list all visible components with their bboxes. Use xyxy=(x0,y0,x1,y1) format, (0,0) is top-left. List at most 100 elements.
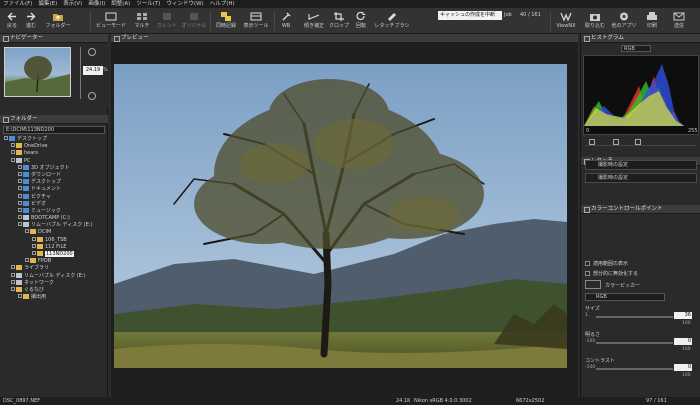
sync-record-button[interactable]: 同時記録 xyxy=(213,8,239,34)
wb-button[interactable]: WB xyxy=(277,8,295,34)
tree-item[interactable]: ライブラリ xyxy=(0,265,108,272)
navigator-header[interactable]: ナビゲーター xyxy=(0,34,108,43)
disable-checkbox[interactable] xyxy=(585,271,590,276)
expand-toggle-icon[interactable] xyxy=(32,236,36,241)
slider-track[interactable] xyxy=(596,342,673,344)
menu-adjust[interactable]: 調整(A) xyxy=(108,0,133,8)
adjustment-row-1[interactable]: 撮影時の設定 xyxy=(585,160,697,170)
send-button[interactable]: 送信 xyxy=(668,8,690,34)
preview-header[interactable]: プレビュー xyxy=(111,34,578,43)
print-button[interactable]: 印刷 xyxy=(642,8,662,34)
tree-item[interactable]: デスクトップ xyxy=(0,136,108,143)
expand-toggle-icon[interactable] xyxy=(18,222,22,227)
zoom-slider-track[interactable] xyxy=(80,47,81,99)
tree-item[interactable]: ビデオ xyxy=(0,200,108,208)
zoom-in-icon[interactable] xyxy=(88,48,96,56)
color-control-header[interactable]: カラーコントロールポイント xyxy=(581,205,700,214)
expand-toggle-icon[interactable] xyxy=(11,157,15,162)
expand-toggle-icon[interactable] xyxy=(18,171,22,176)
viewnx-button[interactable]: ViewNX xyxy=(554,8,578,34)
expand-toggle-icon[interactable] xyxy=(11,272,15,277)
tree-item[interactable]: 112 FILE xyxy=(0,243,108,251)
expand-toggle-icon[interactable] xyxy=(11,286,15,291)
tool-icon[interactable] xyxy=(635,139,641,145)
tree-item[interactable]: 撮出用 xyxy=(0,294,108,301)
tree-item[interactable]: 106_TSB xyxy=(0,236,108,244)
expand-toggle-icon[interactable] xyxy=(4,136,8,140)
other-apps-button[interactable]: 他のアプリ xyxy=(610,8,638,34)
zoom-value-input[interactable]: 24.19 xyxy=(83,66,103,75)
viewer-mode-button[interactable]: ビューモード xyxy=(95,8,127,34)
straighten-button[interactable]: 傾き補正 xyxy=(300,8,328,34)
preview-image[interactable] xyxy=(114,64,567,368)
menu-help[interactable]: ヘルプ(H) xyxy=(207,0,238,8)
expand-toggle-icon[interactable] xyxy=(25,229,29,234)
tree-item[interactable]: OneDrive xyxy=(0,143,108,150)
expand-toggle-icon[interactable] xyxy=(18,207,22,212)
display-tool-button[interactable]: 表示ツール xyxy=(241,8,271,34)
show-range-checkbox[interactable] xyxy=(585,261,590,266)
expand-toggle-icon[interactable] xyxy=(18,164,22,169)
histogram-channel-select[interactable]: RGB xyxy=(621,45,651,52)
tree-item[interactable]: ピクチャ xyxy=(0,193,108,201)
tree-item[interactable]: ドキュメント xyxy=(0,186,108,193)
folder-header[interactable]: フォルダー xyxy=(0,115,108,124)
rotate-button[interactable]: 回転 xyxy=(352,8,370,34)
menu-file[interactable]: ファイル(F) xyxy=(0,0,35,8)
menu-tools[interactable]: ツール(T) xyxy=(133,0,163,8)
slider-value-input[interactable]: 0 xyxy=(674,364,692,371)
menu-edit[interactable]: 編集(E) xyxy=(35,0,60,8)
slider-value-input[interactable]: 0 xyxy=(674,338,692,345)
retouch-brush-button[interactable]: レタッチブラシ xyxy=(372,8,412,34)
expand-toggle-icon[interactable] xyxy=(11,265,15,270)
navigator-thumbnail[interactable] xyxy=(4,47,71,97)
tree-item[interactable]: FPDB xyxy=(0,258,108,265)
slider-track[interactable] xyxy=(596,316,673,318)
histogram-header[interactable]: ヒストグラム xyxy=(581,34,700,43)
expand-toggle-icon[interactable] xyxy=(32,243,36,248)
expand-toggle-icon[interactable] xyxy=(25,258,29,263)
expand-toggle-icon[interactable] xyxy=(18,294,22,299)
expand-toggle-icon[interactable] xyxy=(18,186,22,191)
adjustment-row-2[interactable]: 撮影時の設定 xyxy=(585,173,697,183)
import-button[interactable]: 取り込む xyxy=(584,8,606,34)
expand-toggle-icon[interactable] xyxy=(11,150,15,155)
expand-toggle-icon[interactable] xyxy=(11,143,15,148)
slider-value-input[interactable]: 36 xyxy=(674,312,692,319)
edit-icon[interactable] xyxy=(613,139,619,145)
printer-icon xyxy=(647,12,657,20)
original-button[interactable]: オリジナル xyxy=(180,8,208,34)
tree-item[interactable]: リムーバブル ディスク (E:) xyxy=(0,272,108,280)
multi-button[interactable]: マルチ xyxy=(131,8,153,34)
current-button[interactable]: カレント xyxy=(155,8,179,34)
tree-item[interactable]: リムーバブル ディスク (E:) xyxy=(0,222,108,229)
expand-toggle-icon[interactable] xyxy=(11,279,15,284)
tree-item[interactable]: 3D オブジェクト xyxy=(0,164,108,172)
tree-item[interactable]: ネットワーク xyxy=(0,279,108,287)
expand-toggle-icon[interactable] xyxy=(18,200,22,205)
grid-icon[interactable] xyxy=(589,139,595,145)
expand-toggle-icon[interactable] xyxy=(32,251,36,255)
folder-button[interactable]: フォルダー xyxy=(44,8,72,34)
color-mode-select[interactable]: RGB xyxy=(585,293,665,301)
tree-item[interactable]: 113ND200 xyxy=(0,251,108,258)
folder-path-input[interactable]: E:\DCIM\113ND200 xyxy=(3,126,105,134)
tree-item[interactable]: hears xyxy=(0,150,108,157)
color-picker-swatch[interactable] xyxy=(585,280,601,289)
expand-toggle-icon[interactable] xyxy=(18,193,22,198)
expand-toggle-icon[interactable] xyxy=(18,179,22,184)
expand-toggle-icon[interactable] xyxy=(18,215,22,220)
back-button[interactable]: 戻る xyxy=(3,8,21,34)
forward-button[interactable]: 進む xyxy=(22,8,40,34)
menu-window[interactable]: ウィンドウ(W) xyxy=(163,0,206,8)
menu-view[interactable]: 表示(V) xyxy=(60,0,85,8)
tree-item[interactable]: DCIM xyxy=(0,229,108,236)
tree-item[interactable]: ミュージック xyxy=(0,207,108,215)
tree-item[interactable]: PC xyxy=(0,157,108,165)
zoom-out-icon[interactable] xyxy=(88,92,96,100)
tree-item[interactable]: デスクトップ xyxy=(0,179,108,186)
tree-item[interactable]: ぐるなび xyxy=(0,286,108,294)
menu-image[interactable]: 画像(I) xyxy=(85,0,108,8)
slider-track[interactable] xyxy=(596,368,673,370)
crop-button[interactable]: クロップ xyxy=(328,8,350,34)
